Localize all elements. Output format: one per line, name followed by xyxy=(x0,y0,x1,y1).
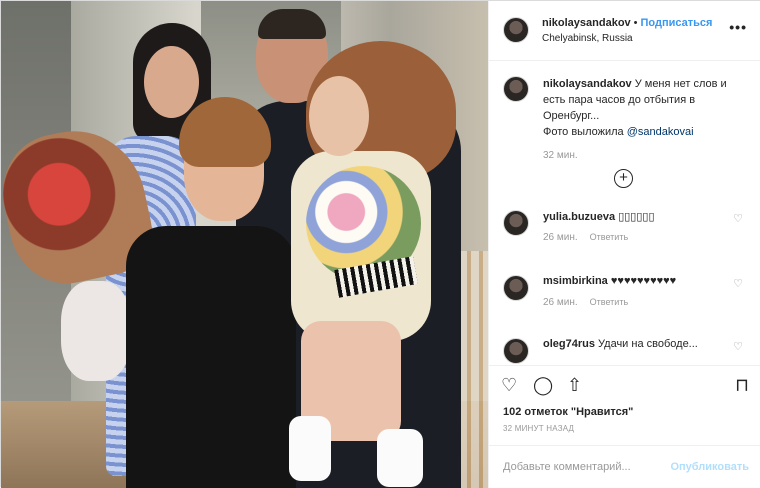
comment-body: yulia.buzueva ▯▯▯▯▯▯ xyxy=(543,210,655,223)
comment-text: Удачи на свободе... xyxy=(598,338,698,350)
post-header: nikolaysandakov • Подписаться Chelyabinsk,… xyxy=(489,1,760,61)
publish-button[interactable]: Опубликовать xyxy=(670,461,749,473)
comment-item: msimbirkina ♥♥♥♥♥♥♥♥♥♥ 26 мин. Ответить ♡ xyxy=(503,275,753,315)
comment-time: 26 мин. xyxy=(543,232,578,243)
comments-list[interactable]: nikolaysandakov У меня нет слов и есть п… xyxy=(489,62,760,365)
comment-heart-icon[interactable]: ♡ xyxy=(733,340,743,353)
caption-avatar[interactable] xyxy=(503,76,529,102)
photo-boy xyxy=(126,226,296,488)
comment-meta: 26 мин. Ответить xyxy=(543,232,628,243)
comment-meta: 26 мин. Ответить xyxy=(543,297,628,308)
instagram-post: nikolaysandakov • Подписаться Chelyabinsk,… xyxy=(0,0,760,488)
plus-circle-icon[interactable]: + xyxy=(614,169,633,188)
comment-time: 26 мин. xyxy=(543,297,578,308)
comment-input[interactable]: Добавьте комментарий... xyxy=(503,461,631,473)
photo-wrapping xyxy=(61,281,131,381)
photo-sock-right xyxy=(377,429,423,487)
caption-time: 32 мин. xyxy=(543,150,578,161)
comment-username[interactable]: msimbirkina xyxy=(543,275,608,287)
reply-button[interactable]: Ответить xyxy=(590,297,628,307)
post-actions: ♡ ◯ ⇧ ⊓ 102 отметок "Нравится" 32 МИНУТ … xyxy=(489,365,760,445)
more-options-icon[interactable]: ••• xyxy=(729,19,747,35)
photo-man-hair xyxy=(258,9,326,39)
likes-count[interactable]: 102 отметок "Нравится" xyxy=(503,406,633,418)
author-line: nikolaysandakov • Подписаться xyxy=(542,17,712,29)
caption-photo-credit: Фото выложила xyxy=(543,126,627,138)
photo-sock-left xyxy=(289,416,331,481)
comment-icon[interactable]: ◯ xyxy=(533,375,553,396)
photo-woman-face xyxy=(144,46,199,118)
post-photo[interactable] xyxy=(1,1,488,488)
comment-heart-icon[interactable]: ♡ xyxy=(733,212,743,225)
caption-mention[interactable]: @sandakovai xyxy=(627,126,694,138)
heart-icon[interactable]: ♡ xyxy=(501,375,517,396)
comment-avatar[interactable] xyxy=(503,210,529,236)
comment-item: yulia.buzueva ▯▯▯▯▯▯ 26 мин. Ответить ♡ xyxy=(503,210,753,250)
author-avatar[interactable] xyxy=(503,17,529,43)
add-comment-bar: Добавьте комментарий... Опубликовать xyxy=(489,445,760,488)
separator-dot: • xyxy=(633,17,638,29)
bookmark-icon[interactable]: ⊓ xyxy=(735,375,749,396)
comment-body: msimbirkina ♥♥♥♥♥♥♥♥♥♥ xyxy=(543,275,676,287)
comment-text: ♥♥♥♥♥♥♥♥♥♥ xyxy=(610,275,677,287)
comment-username[interactable]: yulia.buzueva xyxy=(543,211,615,223)
share-icon[interactable]: ⇧ xyxy=(567,375,582,396)
post-location[interactable]: Chelyabinsk, Russia xyxy=(542,33,633,44)
comment-body: oleg74rus Удачи на свободе... xyxy=(543,338,698,350)
comment-avatar[interactable] xyxy=(503,275,529,301)
caption-username[interactable]: nikolaysandakov xyxy=(543,78,632,90)
comment-text: ▯▯▯▯▯▯ xyxy=(618,211,655,223)
follow-button[interactable]: Подписаться xyxy=(641,17,713,29)
reply-button[interactable]: Ответить xyxy=(590,232,628,242)
comment-avatar[interactable] xyxy=(503,338,529,364)
comment-item: oleg74rus Удачи на свободе... ♡ xyxy=(503,338,753,365)
post-time-ago[interactable]: 32 МИНУТ НАЗАД xyxy=(503,424,574,433)
photo-girl-face xyxy=(309,76,369,156)
comment-heart-icon[interactable]: ♡ xyxy=(733,277,743,290)
post-side-panel: nikolaysandakov • Подписаться Chelyabinsk,… xyxy=(488,1,760,488)
author-username[interactable]: nikolaysandakov xyxy=(542,17,631,29)
caption-text: nikolaysandakov У меня нет слов и есть п… xyxy=(543,76,743,140)
comment-username[interactable]: oleg74rus xyxy=(543,338,595,350)
